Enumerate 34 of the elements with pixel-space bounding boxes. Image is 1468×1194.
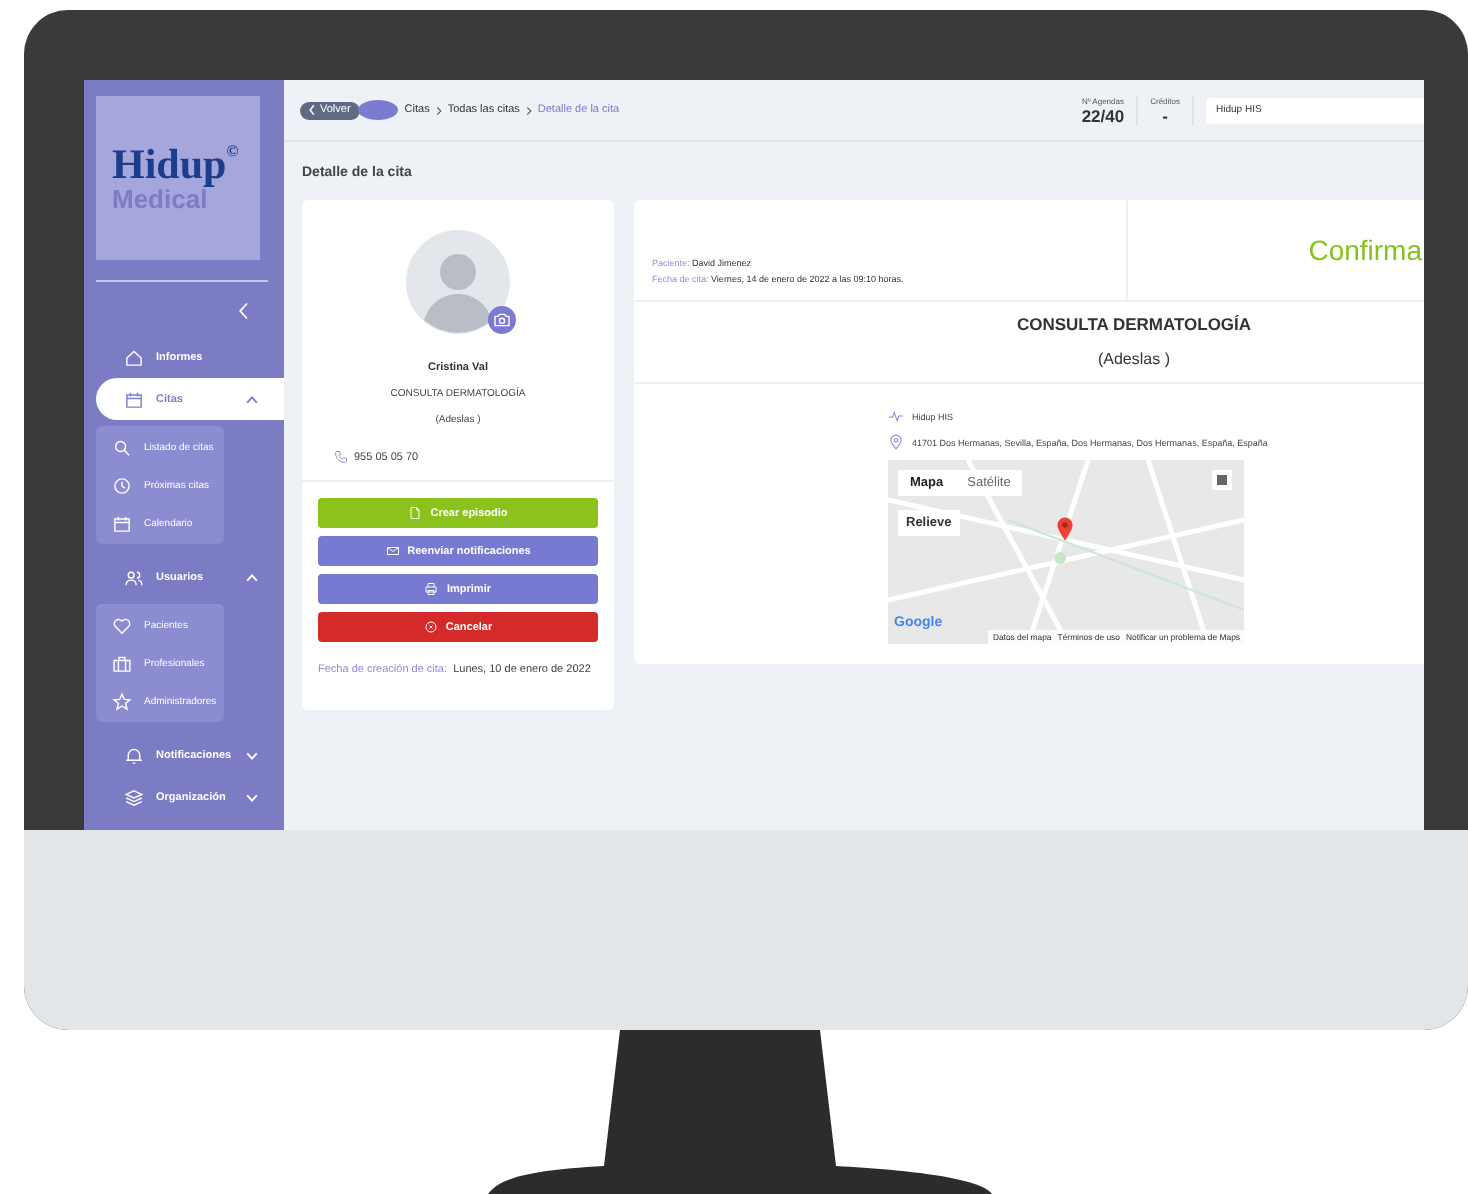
logo-wordmark: Hidup — [112, 139, 227, 188]
pulse-icon — [888, 408, 904, 424]
layers-icon — [124, 787, 144, 807]
camera-icon[interactable] — [488, 306, 516, 334]
insurer-heading: (Adeslas ) — [1097, 350, 1170, 368]
chevron-left-icon[interactable] — [238, 302, 250, 320]
document-icon — [408, 506, 423, 520]
star-icon — [112, 691, 132, 711]
copyright-mark: © — [226, 141, 239, 160]
status-text: Confirma — [1308, 234, 1422, 266]
chevron-left-icon — [308, 104, 316, 116]
search-icon — [112, 437, 132, 457]
heart-icon — [112, 615, 132, 635]
chevron-right-icon — [525, 105, 532, 115]
cancel-icon — [423, 620, 438, 634]
printer-icon — [424, 582, 439, 596]
calendar-icon — [124, 389, 144, 409]
clock-icon — [112, 475, 132, 495]
fullscreen-icon[interactable] — [1212, 470, 1232, 490]
avatar-silhouette — [406, 230, 510, 334]
stat-value: - — [1162, 105, 1168, 125]
oval-mark — [358, 100, 399, 120]
service-heading: CONSULTA DERMATOLOGÍA — [1016, 314, 1252, 334]
briefcase-icon — [112, 653, 132, 673]
stat-value: 22/40 — [1081, 105, 1125, 125]
calendar-icon — [112, 513, 132, 533]
location-pin-icon — [888, 434, 904, 450]
chevron-right-icon — [435, 105, 442, 115]
map-pin-icon — [1056, 516, 1074, 542]
users-icon — [124, 567, 144, 587]
house-icon — [124, 347, 144, 367]
bell-icon — [124, 745, 144, 765]
mail-icon — [385, 544, 400, 558]
phone-icon — [334, 450, 348, 464]
